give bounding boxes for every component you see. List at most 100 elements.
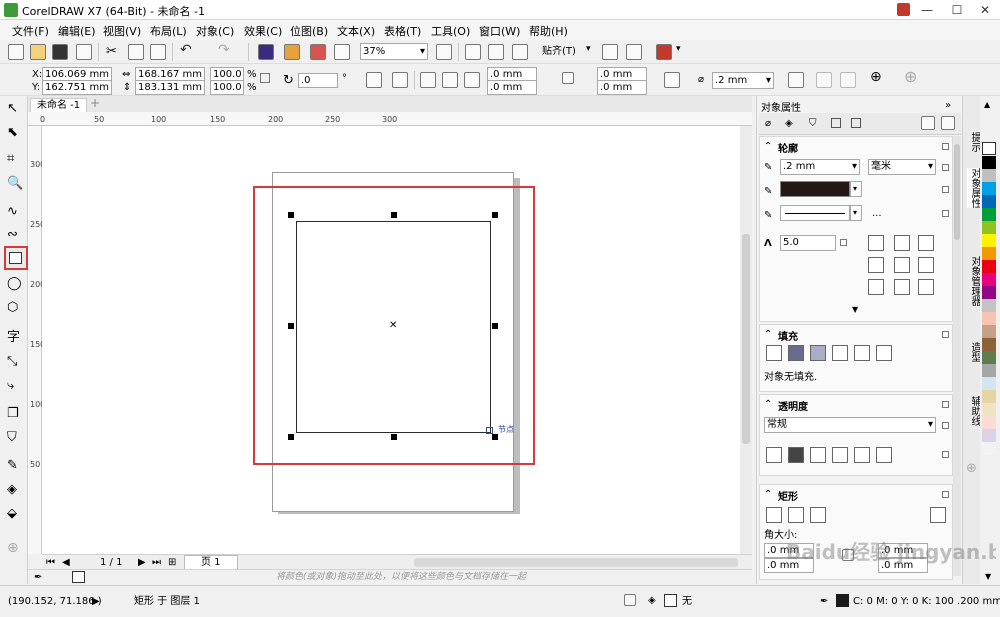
add-page-icon[interactable]: ⊞: [168, 556, 176, 569]
corner-join-bevel-icon[interactable]: [918, 235, 934, 251]
minimize-button[interactable]: —: [912, 0, 942, 20]
rotation-field[interactable]: .0: [298, 73, 338, 88]
to-front-icon[interactable]: [816, 72, 832, 88]
transparency-mode-apply[interactable]: [942, 422, 949, 429]
palette-swatch[interactable]: [982, 182, 996, 195]
no-color-swatch[interactable]: [72, 571, 85, 583]
shape-tool-icon[interactable]: ⬉: [7, 125, 25, 143]
palette-swatch[interactable]: [982, 299, 996, 312]
rulers-icon[interactable]: [465, 44, 481, 60]
fountain-transparency-icon[interactable]: [810, 447, 826, 463]
menu-object[interactable]: 对象(C): [192, 23, 238, 39]
play-icon[interactable]: ▶: [92, 595, 100, 608]
relative-corner-scaling-icon[interactable]: [664, 72, 680, 88]
menu-text[interactable]: 文本(X): [333, 23, 379, 39]
search-content-icon[interactable]: [258, 44, 274, 60]
user-icon[interactable]: [897, 3, 910, 16]
palette-swatch[interactable]: [982, 273, 996, 286]
vertical-scroll-thumb[interactable]: [742, 234, 750, 444]
redo-icon[interactable]: ↷: [218, 42, 230, 58]
palette-swatch[interactable]: [982, 260, 996, 273]
corner-join-round-icon[interactable]: [894, 235, 910, 251]
wrap-text-icon[interactable]: [788, 72, 804, 88]
to-back-icon[interactable]: [840, 72, 856, 88]
uniform-transparency-icon[interactable]: [788, 447, 804, 463]
vector-pattern-fill-icon[interactable]: [832, 345, 848, 361]
menu-view[interactable]: 视图(V): [99, 23, 145, 39]
rect-chamfered-corner-icon[interactable]: [810, 507, 826, 523]
transparency-mode-select[interactable]: 常规 ▾: [764, 417, 936, 433]
lock-ratio-icon[interactable]: [260, 73, 270, 83]
maximize-button[interactable]: ☐: [942, 0, 972, 20]
chamfered-corner-icon[interactable]: [464, 72, 480, 88]
handle-top-left[interactable]: [288, 212, 294, 218]
palette-swatch[interactable]: [982, 338, 996, 351]
print-icon[interactable]: [76, 44, 92, 60]
view-icon[interactable]: [488, 44, 504, 60]
snap-to-dropdown[interactable]: 贴齐(T): [542, 45, 576, 58]
interactive-fill-tool-icon[interactable]: ◈: [7, 482, 25, 500]
transparency-type-apply[interactable]: [942, 451, 949, 458]
outline-tab-icon[interactable]: ⌀: [765, 117, 771, 130]
zoom-select[interactable]: 37% ▾: [360, 43, 428, 60]
menu-effects[interactable]: 效果(C): [240, 23, 286, 39]
color-proof-icon[interactable]: [624, 594, 636, 606]
convert-to-curves-icon[interactable]: ⊕: [870, 70, 882, 84]
menu-help[interactable]: 帮助(H): [525, 23, 572, 39]
close-button[interactable]: ✕: [970, 0, 1000, 20]
palette-scroll-up-icon[interactable]: ▲: [984, 98, 990, 111]
fill-none-swatch[interactable]: [664, 594, 677, 607]
color-eyedropper-tool-icon[interactable]: ✎: [7, 458, 25, 476]
drawing-canvas[interactable]: ✕ 节点: [42, 126, 740, 554]
docker-scrollbar[interactable]: [953, 136, 961, 576]
palette-swatch[interactable]: [982, 416, 996, 429]
miter-spin-icon[interactable]: [840, 239, 847, 246]
palette-swatch[interactable]: [982, 364, 996, 377]
position-inside-icon[interactable]: [918, 279, 934, 295]
no-transparency-icon[interactable]: [766, 447, 782, 463]
parallel-dimension-tool-icon[interactable]: ⤡: [7, 354, 25, 372]
fountain-fill-icon[interactable]: [810, 345, 826, 361]
eyedropper-icon[interactable]: ✒: [34, 571, 42, 584]
first-page-icon[interactable]: ⏮: [46, 556, 55, 569]
horizontal-scroll-thumb[interactable]: [414, 558, 738, 567]
new-icon[interactable]: [8, 44, 24, 60]
handle-middle-right[interactable]: [492, 323, 498, 329]
guidelines-icon[interactable]: [512, 44, 528, 60]
palette-swatch[interactable]: [982, 442, 996, 455]
palette-swatch[interactable]: [982, 377, 996, 390]
transparency-section-chevron[interactable]: ⌃: [764, 398, 772, 411]
fullscreen-icon[interactable]: [436, 44, 452, 60]
outline-unit-select[interactable]: 毫米 ▾: [868, 159, 936, 175]
scale-height-field[interactable]: 100.0: [210, 80, 244, 95]
tab-document[interactable]: 未命名 -1: [30, 98, 88, 113]
palette-swatch[interactable]: [982, 234, 996, 247]
uniform-fill-icon[interactable]: [788, 345, 804, 361]
copy-icon[interactable]: [128, 44, 144, 60]
rect-scalloped-corner-icon[interactable]: [788, 507, 804, 523]
import-icon[interactable]: [284, 44, 300, 60]
outline-section-menu[interactable]: [942, 143, 949, 150]
freehand-tool-icon[interactable]: ∿: [7, 204, 25, 222]
vector-pattern-transparency-icon[interactable]: [832, 447, 848, 463]
menu-layout[interactable]: 布局(L): [146, 23, 191, 39]
transparency-section-menu[interactable]: [942, 401, 949, 408]
two-color-pattern-fill-icon[interactable]: [876, 345, 892, 361]
palette-scroll-down-icon[interactable]: ▼: [985, 570, 991, 583]
outline-width-field[interactable]: .2 mm ▾: [780, 159, 860, 175]
palette-swatch[interactable]: [982, 221, 996, 234]
menu-window[interactable]: 窗口(W): [475, 23, 524, 39]
no-fill-icon[interactable]: [766, 345, 782, 361]
bitmap-pattern-transparency-icon[interactable]: [854, 447, 870, 463]
palette-swatch[interactable]: [982, 351, 996, 364]
text-tool-icon[interactable]: 字: [7, 326, 25, 345]
palette-swatch[interactable]: [982, 286, 996, 299]
palette-swatch[interactable]: [982, 325, 996, 338]
outline-color-dropdown[interactable]: ▾: [850, 181, 862, 197]
paste-icon[interactable]: [150, 44, 166, 60]
add-tool-icon[interactable]: ⊕: [7, 540, 25, 558]
bitmap-pattern-fill-icon[interactable]: [854, 345, 870, 361]
handle-bottom-left[interactable]: [288, 434, 294, 440]
outline-width-apply[interactable]: [942, 164, 949, 171]
miter-limit-field[interactable]: 5.0: [780, 235, 836, 251]
